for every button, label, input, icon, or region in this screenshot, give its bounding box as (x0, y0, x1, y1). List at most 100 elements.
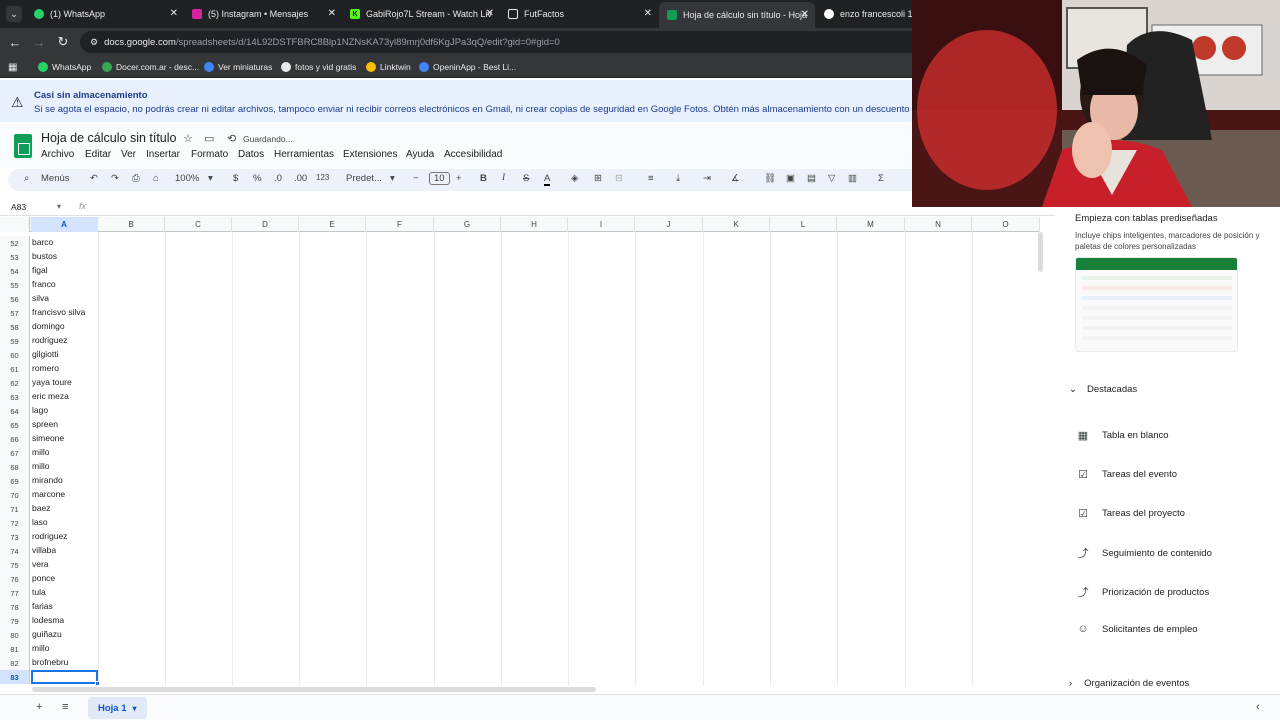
cell-a[interactable]: guiñazu (32, 629, 62, 639)
bookmark-openinapp[interactable]: OpeninApp - Best Li... (419, 60, 516, 74)
row-number[interactable]: 78 (0, 600, 30, 614)
column-header-g[interactable]: G (434, 217, 501, 232)
browser-tab-instagram[interactable]: (5) Instagram • Mensajes ✕ (184, 4, 342, 24)
sheet-tab-hoja1[interactable]: Hoja 1 ▾ (88, 697, 147, 719)
bold-button[interactable]: B (480, 173, 487, 184)
column-header-c[interactable]: C (165, 217, 232, 232)
increase-decimal-button[interactable]: .00 (294, 173, 307, 184)
forward-icon[interactable]: → (31, 34, 47, 50)
merge-cells-icon[interactable]: ⊟ (615, 173, 623, 184)
menu-archivo[interactable]: Archivo (41, 149, 74, 160)
chart-icon[interactable]: ▤ (807, 173, 816, 184)
row-number[interactable]: 64 (0, 404, 30, 418)
filter-views-icon[interactable]: ▥ (848, 173, 857, 184)
menu-datos[interactable]: Datos (238, 149, 264, 160)
column-header-i[interactable]: I (568, 217, 635, 232)
percent-format-button[interactable]: % (253, 173, 261, 184)
row-number[interactable]: 81 (0, 642, 30, 656)
decrease-decimal-button[interactable]: .0 (274, 173, 282, 184)
column-header-e[interactable]: E (299, 217, 366, 232)
fill-color-icon[interactable]: ◈ (571, 173, 578, 184)
row-number[interactable]: 76 (0, 572, 30, 586)
column-header-n[interactable]: N (905, 217, 972, 232)
cell-a[interactable]: gilgiotti (32, 349, 58, 359)
functions-icon[interactable]: Σ (878, 173, 884, 184)
cell-a[interactable]: yaya toure (32, 377, 72, 387)
cell-a[interactable]: marcone (32, 489, 65, 499)
menu-accesibilidad[interactable]: Accesibilidad (444, 149, 502, 160)
cell-a[interactable]: barco (32, 237, 53, 247)
star-icon[interactable]: ☆ (183, 132, 193, 145)
cell-a[interactable]: baez (32, 503, 50, 513)
row-number[interactable]: 72 (0, 516, 30, 530)
sheets-logo-icon[interactable] (14, 134, 32, 158)
browser-tab-sheets[interactable]: Hoja de cálculo sin título - Hoja ✕ (659, 2, 815, 28)
add-sheet-icon[interactable]: + (36, 701, 42, 713)
row-number[interactable]: 77 (0, 586, 30, 600)
row-number[interactable]: 56 (0, 292, 30, 306)
font-size-increase-button[interactable]: + (456, 173, 462, 184)
column-header-k[interactable]: K (703, 217, 770, 232)
text-rotation-icon[interactable]: ∡ (731, 173, 740, 184)
close-tab-icon[interactable]: ✕ (801, 9, 809, 20)
column-header-d[interactable]: D (232, 217, 299, 232)
row-number[interactable]: 58 (0, 320, 30, 334)
column-header-f[interactable]: F (366, 217, 434, 232)
column-header-m[interactable]: M (837, 217, 905, 232)
apps-icon[interactable]: ▦ (8, 60, 17, 74)
row-number[interactable]: 75 (0, 558, 30, 572)
vertical-scrollbar[interactable] (1038, 232, 1043, 272)
cell-a[interactable]: vera (32, 559, 49, 569)
reload-icon[interactable]: ↻ (55, 34, 71, 50)
borders-icon[interactable]: ⊞ (594, 173, 602, 184)
row-number[interactable]: 73 (0, 530, 30, 544)
column-header-h[interactable]: H (501, 217, 568, 232)
row-number[interactable]: 65 (0, 418, 30, 432)
row-number[interactable]: 70 (0, 488, 30, 502)
row-number[interactable]: 79 (0, 614, 30, 628)
cell-a[interactable]: rodriguez (32, 335, 67, 345)
horizontal-scrollbar[interactable] (32, 687, 596, 692)
section-destacadas[interactable]: ⌄ Destacadas (1069, 384, 1137, 395)
bookmark-linktwin[interactable]: Linktwin (366, 60, 411, 74)
cell-a[interactable]: mirando (32, 475, 63, 485)
spreadsheet-grid[interactable]: A B C D E F G H I J K L M N O 52 barco 5… (0, 217, 1040, 686)
row-number[interactable]: 66 (0, 432, 30, 446)
close-tab-icon[interactable]: ✕ (644, 8, 652, 19)
menu-formato[interactable]: Formato (191, 149, 228, 160)
row-number[interactable]: 71 (0, 502, 30, 516)
cell-a[interactable]: figal (32, 265, 48, 275)
browser-tab-futfactos[interactable]: FutFactos ✕ (500, 4, 658, 24)
menu-herramientas[interactable]: Herramientas (274, 149, 334, 160)
close-tab-icon[interactable]: ✕ (328, 8, 336, 19)
text-wrap-icon[interactable]: ⇥ (703, 173, 711, 184)
row-number[interactable]: 60 (0, 348, 30, 362)
text-color-button[interactable]: A (544, 173, 551, 186)
row-number[interactable]: 54 (0, 264, 30, 278)
search-menus-button[interactable]: Menús (41, 173, 70, 184)
font-size-input[interactable]: 10 (429, 172, 450, 185)
italic-button[interactable]: I (502, 173, 505, 183)
cell-a[interactable]: silva (32, 293, 49, 303)
select-all-corner[interactable] (0, 217, 30, 232)
template-seguimiento-contenido[interactable]: ⤴ Seguimiento de contenido (1075, 545, 1212, 561)
row-number[interactable]: 62 (0, 376, 30, 390)
row-number[interactable]: 82 (0, 656, 30, 670)
paint-format-icon[interactable]: ⌂ (153, 173, 159, 184)
redo-icon[interactable]: ↷ (111, 173, 119, 184)
cell-a[interactable]: spreen (32, 419, 58, 429)
font-size-decrease-button[interactable]: − (413, 173, 419, 184)
template-priorizacion-productos[interactable]: ⤴ Priorización de productos (1075, 584, 1210, 600)
bookmark-fotos[interactable]: fotos y vid gratis (281, 60, 356, 74)
template-solicitantes-empleo[interactable]: ☺ Solicitantes de empleo (1075, 623, 1197, 635)
menu-ver[interactable]: Ver (121, 149, 136, 160)
address-bar[interactable]: ⚙ docs.google.com /spreadsheets/d/14L92D… (80, 31, 920, 53)
cell-a[interactable]: brofnebru (32, 657, 68, 667)
row-number[interactable]: 57 (0, 306, 30, 320)
formula-input[interactable] (95, 200, 915, 215)
cell-a[interactable]: ponce (32, 573, 55, 583)
print-icon[interactable]: ⎙ (132, 173, 140, 184)
document-title[interactable]: Hoja de cálculo sin título (41, 131, 177, 145)
row-number[interactable]: 69 (0, 474, 30, 488)
link-icon[interactable]: ⛓ (764, 173, 776, 184)
